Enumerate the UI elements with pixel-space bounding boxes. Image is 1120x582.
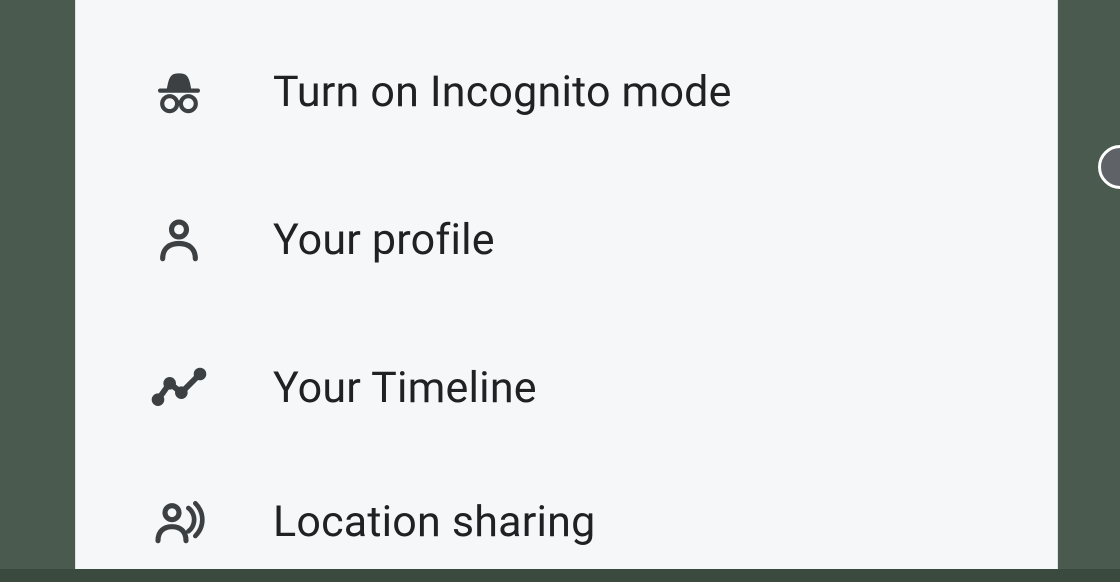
menu-list: Turn on Incognito mode Your profile [76, 0, 1057, 582]
menu-item-profile[interactable]: Your profile [76, 166, 1057, 314]
menu-item-timeline[interactable]: Your Timeline [76, 314, 1057, 462]
menu-item-label: Turn on Incognito mode [273, 67, 732, 117]
menu-item-label: Your Timeline [273, 363, 537, 413]
account-menu-panel: Turn on Incognito mode Your profile [75, 0, 1058, 569]
menu-item-label: Your profile [273, 215, 495, 265]
person-icon [151, 212, 207, 268]
location-sharing-icon [151, 494, 207, 550]
menu-item-incognito[interactable]: Turn on Incognito mode [76, 18, 1057, 166]
timeline-icon [151, 360, 207, 416]
menu-item-label: Location sharing [273, 497, 595, 547]
incognito-icon [151, 64, 207, 120]
menu-item-location-sharing[interactable]: Location sharing [76, 462, 1057, 582]
